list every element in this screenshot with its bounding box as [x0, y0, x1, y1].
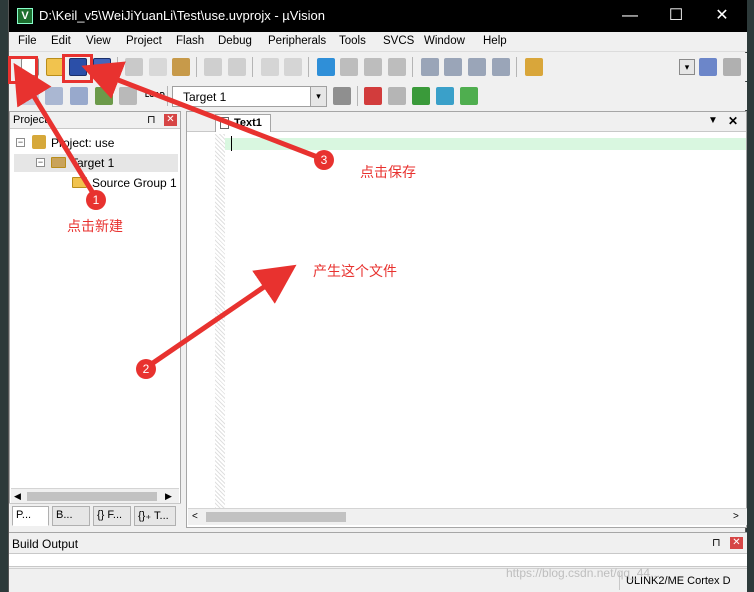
- highlight-new-box: [8, 56, 38, 84]
- arrow-to-editor: [148, 264, 297, 368]
- step-3-label: 点击保存: [360, 164, 416, 180]
- arrow-to-save: [81, 61, 321, 161]
- step-2-badge: 2: [136, 359, 156, 379]
- step-1-label: 点击新建: [67, 218, 123, 234]
- step-3-badge: 3: [314, 150, 334, 170]
- annotation-arrows: [13, 61, 321, 368]
- arrow-to-new: [13, 62, 99, 200]
- step-1-badge: 1: [86, 190, 106, 210]
- step-2-label: 产生这个文件: [313, 263, 397, 279]
- highlight-save-box: [62, 54, 93, 83]
